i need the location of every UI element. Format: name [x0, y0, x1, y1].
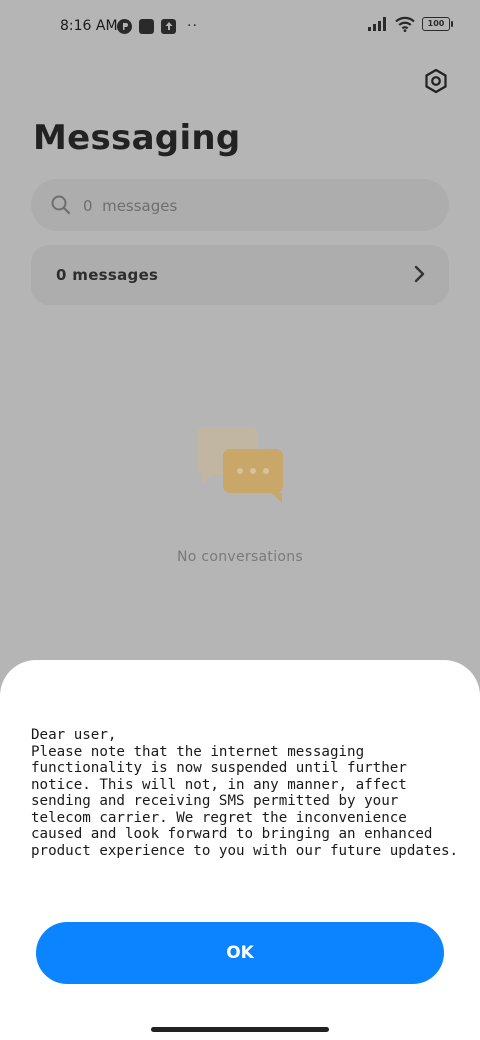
- signal-icon: [368, 17, 386, 31]
- app-notification-icon: [117, 18, 132, 34]
- status-time: 8:16 AM: [60, 18, 118, 34]
- notice-dialog: Dear user, Please note that the internet…: [0, 660, 480, 1040]
- system-icons: 100: [368, 16, 453, 32]
- empty-conversations-icon: [197, 427, 283, 503]
- search-icon: [51, 195, 71, 215]
- search-input[interactable]: [81, 179, 425, 233]
- settings-button[interactable]: [421, 66, 451, 96]
- wifi-icon: [395, 16, 415, 32]
- upload-icon: [161, 18, 176, 34]
- gear-icon: [425, 68, 447, 94]
- ok-button[interactable]: OK: [36, 922, 444, 984]
- status-bar: 8:16 AM ·· 100: [0, 0, 480, 56]
- battery-icon: 100: [422, 17, 453, 31]
- search-bar[interactable]: [31, 179, 449, 233]
- more-notifications-icon: ··: [187, 18, 198, 34]
- page-title: Messaging: [33, 118, 241, 158]
- messages-row[interactable]: 0 messages: [31, 245, 449, 305]
- square-notification-icon: [139, 18, 154, 34]
- messages-count-label: 0 messages: [56, 266, 159, 284]
- home-indicator[interactable]: [151, 1027, 329, 1032]
- notification-icons: ··: [117, 18, 198, 34]
- empty-state-text: No conversations: [176, 549, 304, 565]
- chevron-right-icon: [414, 265, 425, 283]
- dialog-message: Dear user, Please note that the internet…: [31, 727, 459, 859]
